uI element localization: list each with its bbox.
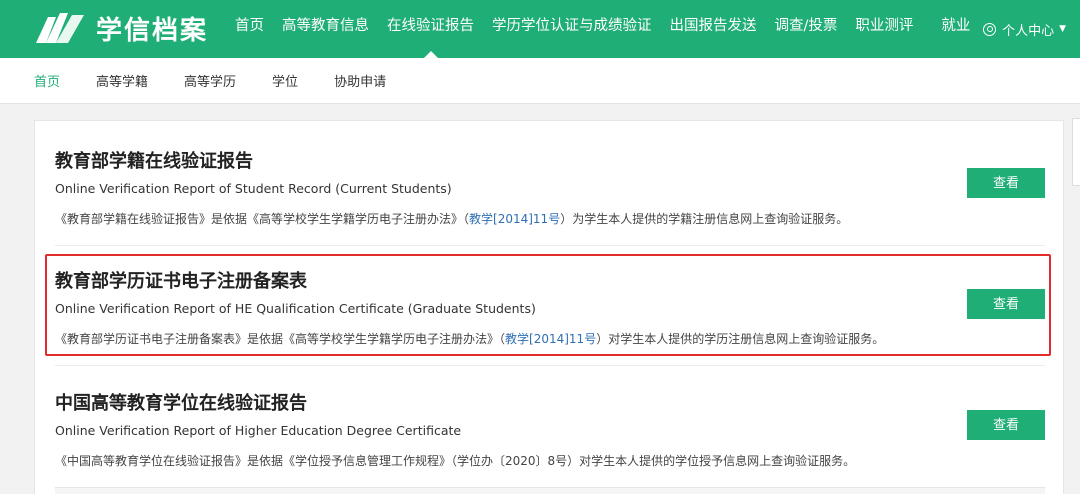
report-item-student-record: 教育部学籍在线验证报告 Online Verification Report o… <box>55 147 1045 227</box>
nav-survey-vote[interactable]: 调查/投票 <box>775 0 838 58</box>
user-icon <box>983 22 997 36</box>
nav-report-sending-abroad[interactable]: 出国报告发送 <box>670 0 757 58</box>
report-title: 教育部学籍在线验证报告 <box>55 151 253 172</box>
report-description: 《教育部学籍在线验证报告》是依据《高等学校学生学籍学历电子注册办法》（教学[20… <box>55 210 1045 227</box>
view-student-record-button[interactable]: 查看 <box>967 168 1045 198</box>
subnav-degree[interactable]: 学位 <box>272 71 298 90</box>
book-logo-icon <box>36 13 84 43</box>
report-description: 《中国高等教育学位在线验证报告》是依据《学位授予信息管理工作规程》（学位办〔20… <box>55 454 856 468</box>
top-navbar: 学信档案 首页 高等教育信息 在线验证报告 学历学位认证与成绩验证 出国报告发送… <box>0 0 1080 58</box>
report-english-title: Online Verification Report of Higher Edu… <box>55 423 462 438</box>
divider <box>55 365 1045 366</box>
subnav-home[interactable]: 首页 <box>34 71 60 90</box>
subnav-student-record[interactable]: 高等学籍 <box>96 71 148 90</box>
user-center-menu[interactable]: 个人中心 ▼ <box>983 0 1066 58</box>
subnav-assist-apply[interactable]: 协助申请 <box>334 71 386 90</box>
view-degree-button[interactable]: 查看 <box>967 410 1045 440</box>
nav-degree-certification[interactable]: 学历学位认证与成绩验证 <box>492 0 652 58</box>
report-title: 中国高等教育学位在线验证报告 <box>55 393 307 414</box>
report-english-title: Online Verification Report of Student Re… <box>55 181 452 196</box>
nav-online-verification-report[interactable]: 在线验证报告 <box>387 0 474 58</box>
highlight-box <box>45 254 1051 356</box>
side-panel-edge <box>1072 118 1080 186</box>
subnav-qualification[interactable]: 高等学历 <box>184 71 236 90</box>
site-logo[interactable]: 学信档案 <box>34 8 208 48</box>
description-text: 《教育部学籍在线验证报告》是依据《高等学校学生学籍学历电子注册办法》（ <box>55 212 470 226</box>
sub-nav: 首页 高等学籍 高等学历 学位 协助申请 <box>0 58 1080 104</box>
divider <box>55 245 1045 246</box>
description-text: ）为学生本人提供的学籍注册信息网上查询验证服务。 <box>560 212 849 226</box>
next-section-edge <box>55 487 1045 494</box>
user-center-label: 个人中心 <box>1002 23 1055 39</box>
nav-employment[interactable]: 就业 <box>941 0 970 58</box>
regulation-link[interactable]: 教学[2014]11号 <box>469 212 560 226</box>
report-item-degree-certificate: 中国高等教育学位在线验证报告 Online Verification Repor… <box>55 389 1045 469</box>
main-nav: 首页 高等教育信息 在线验证报告 学历学位认证与成绩验证 出国报告发送 调查/投… <box>226 0 979 58</box>
nav-home[interactable]: 首页 <box>235 0 264 58</box>
nav-career-assessment[interactable]: 职业测评 <box>855 0 913 58</box>
caret-down-icon: ▼ <box>1059 24 1066 34</box>
logo-text: 学信档案 <box>96 15 209 46</box>
nav-higher-education-info[interactable]: 高等教育信息 <box>282 0 369 58</box>
